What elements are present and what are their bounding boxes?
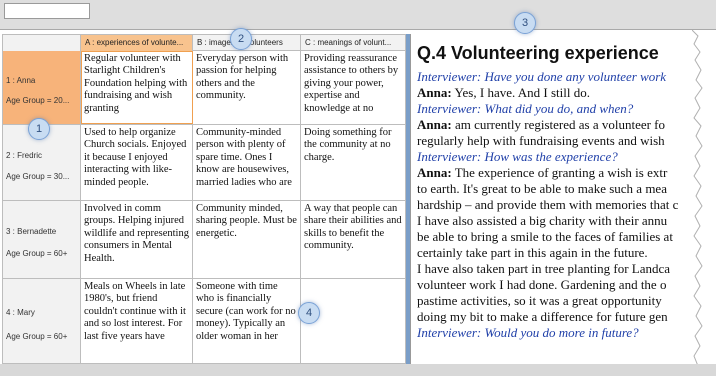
matrix-cell[interactable]: Providing reassurance assistance to othe… xyxy=(301,51,405,124)
callout-1: 1 xyxy=(28,118,50,140)
matrix-row: 2 : Fredric Age Group = 30... Used to he… xyxy=(3,125,405,201)
bottom-shadow xyxy=(0,364,716,376)
transcript-line: certainly take part in this again in the… xyxy=(417,245,648,260)
row-age-group: Age Group = 30... xyxy=(6,171,70,181)
corner-header[interactable] xyxy=(3,35,81,51)
toolbar-field[interactable] xyxy=(4,3,90,19)
row-name: 1 : Anna xyxy=(6,75,36,85)
answer-text: Yes, I have. And I still do. xyxy=(451,85,590,100)
callout-2: 2 xyxy=(230,28,252,50)
row-name: 4 : Mary xyxy=(6,307,35,317)
answer-text: The experience of granting a wish is ext… xyxy=(451,165,668,180)
column-header-row: A : experiences of volunte... B : images… xyxy=(3,35,405,51)
transcript-line: regularly help with fundraising events a… xyxy=(417,133,665,148)
row-age-group: Age Group = 20... xyxy=(6,96,70,106)
interviewer-line: Interviewer: Have you done any volunteer… xyxy=(417,69,667,84)
matrix-cell[interactable]: Involved in comm groups. Helping injured… xyxy=(81,201,193,278)
transcript-line: I have also assisted a big charity with … xyxy=(417,213,668,228)
document-title: Q.4 Volunteering experience xyxy=(417,43,659,63)
row-age-group: Age Group = 60+ xyxy=(6,248,68,258)
matrix-row: 3 : Bernadette Age Group = 60+ Involved … xyxy=(3,201,405,279)
respondent-line: Anna: am currently registered as a volun… xyxy=(417,117,692,133)
respondent-line: Anna: Yes, I have. And I still do. xyxy=(417,85,692,101)
row-name: 2 : Fredric xyxy=(6,150,43,160)
matrix-cell[interactable]: Meals on Wheels in late 1980's, but frie… xyxy=(81,279,193,363)
transcript-line: I have also taken part in tree planting … xyxy=(417,261,671,276)
column-header-c[interactable]: C : meanings of volunt... xyxy=(301,35,405,51)
transcript-line: pastime activities, so it was a great op… xyxy=(417,293,662,308)
callout-3: 3 xyxy=(514,12,536,34)
row-header-bernadette[interactable]: 3 : Bernadette Age Group = 60+ xyxy=(3,201,81,278)
toolbar-strip xyxy=(0,0,716,30)
framework-matrix: A : experiences of volunte... B : images… xyxy=(2,34,406,364)
speaker-name: Anna: xyxy=(417,85,452,100)
transcript-line: hardship – and provide them with memorie… xyxy=(417,197,679,212)
interviewer-line: Interviewer: Would you do more in future… xyxy=(417,325,639,340)
row-header-anna[interactable]: 1 : Anna Age Group = 20... xyxy=(3,51,81,124)
screenshot-frame: A : experiences of volunte... B : images… xyxy=(0,0,716,376)
transcript-line: be able to bring a smile to the faces of… xyxy=(417,229,673,244)
interviewer-line: Interviewer: What did you do, and when? xyxy=(417,101,634,116)
matrix-row: 4 : Mary Age Group = 60+ Meals on Wheels… xyxy=(3,279,405,363)
matrix-cell[interactable]: Community-minded person with plenty of s… xyxy=(193,125,301,200)
matrix-cell[interactable]: Community minded, sharing people. Must b… xyxy=(193,201,301,278)
matrix-cell[interactable]: A way that people can share their abilit… xyxy=(301,201,405,278)
torn-edge xyxy=(692,30,716,376)
transcript-line: doing my bit to make a difference for fu… xyxy=(417,309,668,324)
interviewer-line: Interviewer: How was the experience? xyxy=(417,149,618,164)
row-age-group: Age Group = 60+ xyxy=(6,331,68,341)
matrix-cell[interactable]: Used to help organize Church socials. En… xyxy=(81,125,193,200)
matrix-cell[interactable]: Everyday person with passion for helping… xyxy=(193,51,301,124)
matrix-cell[interactable]: Someone with time who is financially sec… xyxy=(193,279,301,363)
callout-4: 4 xyxy=(298,302,320,324)
respondent-line: Anna: The experience of granting a wish … xyxy=(417,165,692,181)
matrix-row: 1 : Anna Age Group = 20... Regular volun… xyxy=(3,51,405,125)
column-header-a[interactable]: A : experiences of volunte... xyxy=(81,35,193,51)
matrix-cell[interactable] xyxy=(301,279,405,363)
source-document-pane[interactable]: Q.4 Volunteering experience Interviewer:… xyxy=(410,34,692,364)
transcript-line: volunteer work I had done. Gardening and… xyxy=(417,277,667,292)
speaker-name: Anna: xyxy=(417,117,452,132)
answer-text: am currently registered as a volunteer f… xyxy=(451,117,666,132)
matrix-cell[interactable]: Doing something for the community at no … xyxy=(301,125,405,200)
row-name: 3 : Bernadette xyxy=(6,227,57,237)
document-body: Interviewer: Have you done any volunteer… xyxy=(417,69,692,341)
transcript-line: to earth. It's great to be able to make … xyxy=(417,181,667,196)
matrix-cell[interactable]: Regular volunteer with Starlight Childre… xyxy=(81,51,193,124)
row-header-mary[interactable]: 4 : Mary Age Group = 60+ xyxy=(3,279,81,363)
speaker-name: Anna: xyxy=(417,165,452,180)
